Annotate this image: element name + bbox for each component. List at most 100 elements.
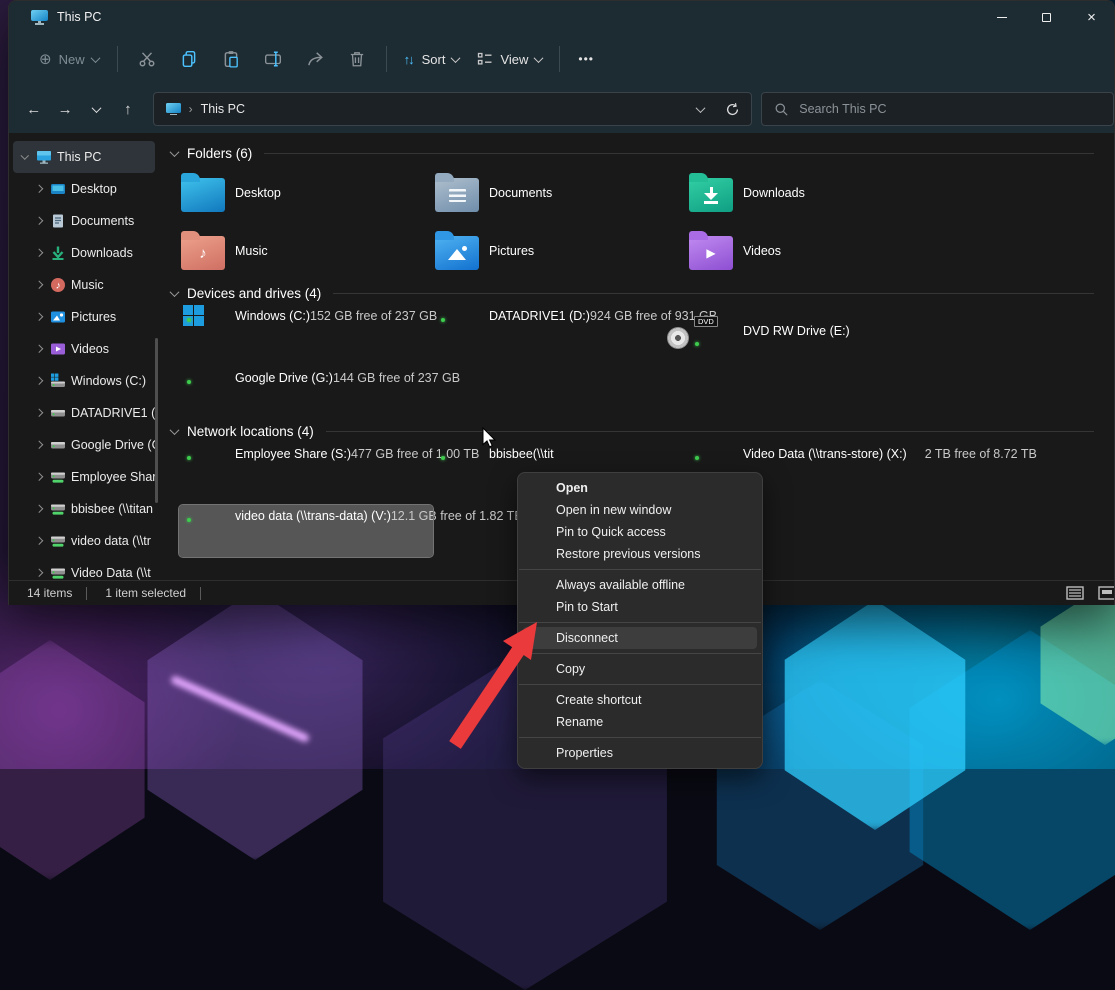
- chevron-right-icon[interactable]: [31, 346, 47, 352]
- chevron-down-icon[interactable]: [17, 154, 33, 160]
- sidebar-item-documents[interactable]: Documents: [13, 205, 155, 237]
- folder-tile-videos[interactable]: ▶Videos: [687, 227, 941, 275]
- sort-button[interactable]: ↑↓ Sort: [395, 45, 469, 74]
- title-bar[interactable]: This PC ×: [9, 1, 1114, 33]
- menu-separator: [519, 622, 761, 623]
- menu-item-disconnect[interactable]: Disconnect: [523, 627, 757, 649]
- minimize-button[interactable]: [979, 1, 1024, 33]
- sidebar-item-desktop[interactable]: Desktop: [13, 173, 155, 205]
- drive-tile-windows-c[interactable]: Windows (C:)152 GB free of 237 GB: [179, 305, 433, 357]
- sidebar-item-video-data-t[interactable]: Video Data (\\t: [13, 557, 155, 580]
- menu-item-open-in-new-window[interactable]: Open in new window: [523, 499, 757, 521]
- chevron-right-icon[interactable]: [31, 282, 47, 288]
- chevron-right-icon[interactable]: [31, 538, 47, 544]
- paste-button[interactable]: [210, 42, 252, 76]
- address-dropdown-button[interactable]: [685, 106, 715, 113]
- sidebar-item-pictures[interactable]: Pictures: [13, 301, 155, 333]
- sidebar-item-datadrive1-d[interactable]: DATADRIVE1 (D: [13, 397, 155, 429]
- search-input[interactable]: Search This PC: [761, 92, 1114, 126]
- sidebar-item-google-drive-g[interactable]: Google Drive (G: [13, 429, 155, 461]
- menu-item-restore-previous-versions[interactable]: Restore previous versions: [523, 543, 757, 565]
- chevron-right-icon[interactable]: [31, 570, 47, 576]
- up-button[interactable]: ↑: [113, 94, 142, 124]
- item-count: 14 items: [27, 586, 72, 600]
- trash-icon: [348, 50, 366, 68]
- section-header-devices[interactable]: Devices and drives (4): [171, 283, 1094, 303]
- sidebar-item-label: DATADRIVE1 (D: [71, 406, 155, 420]
- breadcrumb[interactable]: This PC: [201, 102, 245, 116]
- rename-button[interactable]: [252, 42, 294, 76]
- network-drive-tile-employee-share-s[interactable]: Employee Share (S:)477 GB free of 1.00 T…: [179, 443, 433, 495]
- section-header-folders[interactable]: Folders (6): [171, 143, 1094, 163]
- menu-item-always-available-offline[interactable]: Always available offline: [523, 574, 757, 596]
- menu-item-create-shortcut[interactable]: Create shortcut: [523, 689, 757, 711]
- menu-item-pin-to-start[interactable]: Pin to Start: [523, 596, 757, 618]
- chevron-right-icon[interactable]: [31, 474, 47, 480]
- desktop-folder-icon: [181, 178, 225, 212]
- folder-tile-desktop[interactable]: Desktop: [179, 169, 433, 217]
- refresh-button[interactable]: [715, 102, 749, 117]
- folder-tile-downloads[interactable]: Downloads: [687, 169, 941, 217]
- chevron-right-icon[interactable]: [31, 314, 47, 320]
- svg-text:♪: ♪: [56, 281, 61, 292]
- delete-button[interactable]: [336, 42, 378, 76]
- music-folder-icon: ♪: [181, 236, 225, 270]
- drive-label: Video Data (\\trans-store) (X:): [743, 447, 907, 461]
- chevron-right-icon[interactable]: [31, 410, 47, 416]
- drive-tile-google-drive-g[interactable]: Google Drive (G:)144 GB free of 237 GB: [179, 367, 433, 419]
- refresh-icon: [725, 102, 740, 117]
- details-view-button[interactable]: [1064, 585, 1086, 602]
- sidebar-item-music[interactable]: ♪Music: [13, 269, 155, 301]
- section-divider: [326, 431, 1094, 432]
- menu-item-copy[interactable]: Copy: [523, 658, 757, 680]
- folder-label: Music: [235, 244, 268, 258]
- sidebar-item-downloads[interactable]: Downloads: [13, 237, 155, 269]
- network-drive-tile-video-data-trans-data-v[interactable]: video data (\\trans-data) (V:)12.1 GB fr…: [179, 505, 433, 557]
- chevron-right-icon[interactable]: [31, 250, 47, 256]
- search-icon: [774, 102, 789, 117]
- section-header-network[interactable]: Network locations (4): [171, 421, 1094, 441]
- chevron-right-icon[interactable]: [31, 186, 47, 192]
- forward-button[interactable]: →: [50, 94, 79, 124]
- new-button[interactable]: ⊕ New: [29, 46, 109, 73]
- drive-icon: [47, 405, 69, 421]
- maximize-button[interactable]: [1024, 1, 1069, 33]
- sidebar-item-windows-c[interactable]: Windows (C:): [13, 365, 155, 397]
- large-icons-view-button[interactable]: [1096, 585, 1115, 602]
- folder-tile-music[interactable]: ♪ Music: [179, 227, 433, 275]
- sidebar-item-label: Video Data (\\t: [71, 566, 151, 580]
- sidebar-scrollbar[interactable]: [155, 338, 158, 503]
- chevron-right-icon[interactable]: [31, 506, 47, 512]
- toolbar-separator: [386, 46, 387, 72]
- view-button[interactable]: View: [468, 44, 551, 74]
- downloads-icon: [47, 245, 69, 261]
- sidebar-item-video-data-tr[interactable]: video data (\\tr: [13, 525, 155, 557]
- sidebar-item-bbisbee-titan[interactable]: bbisbee (\\titan: [13, 493, 155, 525]
- copy-button[interactable]: [168, 42, 210, 76]
- chevron-right-icon[interactable]: [31, 378, 47, 384]
- downloads-folder-icon: [689, 178, 733, 212]
- sidebar-item-this-pc[interactable]: This PC: [13, 141, 155, 173]
- sidebar-item-employee-shar[interactable]: Employee Shar: [13, 461, 155, 493]
- more-options-button[interactable]: •••: [568, 45, 604, 73]
- menu-item-pin-to-quick-access[interactable]: Pin to Quick access: [523, 521, 757, 543]
- menu-item-rename[interactable]: Rename: [523, 711, 757, 733]
- folder-tile-documents[interactable]: Documents: [433, 169, 687, 217]
- chevron-right-icon[interactable]: [31, 442, 47, 448]
- section-divider: [333, 293, 1094, 294]
- drive-tile-datadrive1-d[interactable]: DATADRIVE1 (D:)924 GB free of 931 GB: [433, 305, 687, 357]
- menu-item-properties[interactable]: Properties: [523, 742, 757, 764]
- close-button[interactable]: ×: [1069, 1, 1114, 33]
- cut-button[interactable]: [126, 42, 168, 76]
- share-button[interactable]: [294, 42, 336, 76]
- sidebar-item-label: video data (\\tr: [71, 534, 151, 548]
- back-button[interactable]: ←: [19, 94, 48, 124]
- drive-tile-dvd-rw-drive-e[interactable]: DVDDVD RW Drive (E:): [687, 305, 941, 357]
- address-bar[interactable]: › This PC: [153, 92, 753, 126]
- recent-locations-button[interactable]: [82, 94, 111, 124]
- chevron-down-icon: [534, 53, 544, 63]
- chevron-right-icon[interactable]: [31, 218, 47, 224]
- menu-item-open[interactable]: Open: [523, 477, 757, 499]
- folder-tile-pictures[interactable]: Pictures: [433, 227, 687, 275]
- sidebar-item-videos[interactable]: Videos: [13, 333, 155, 365]
